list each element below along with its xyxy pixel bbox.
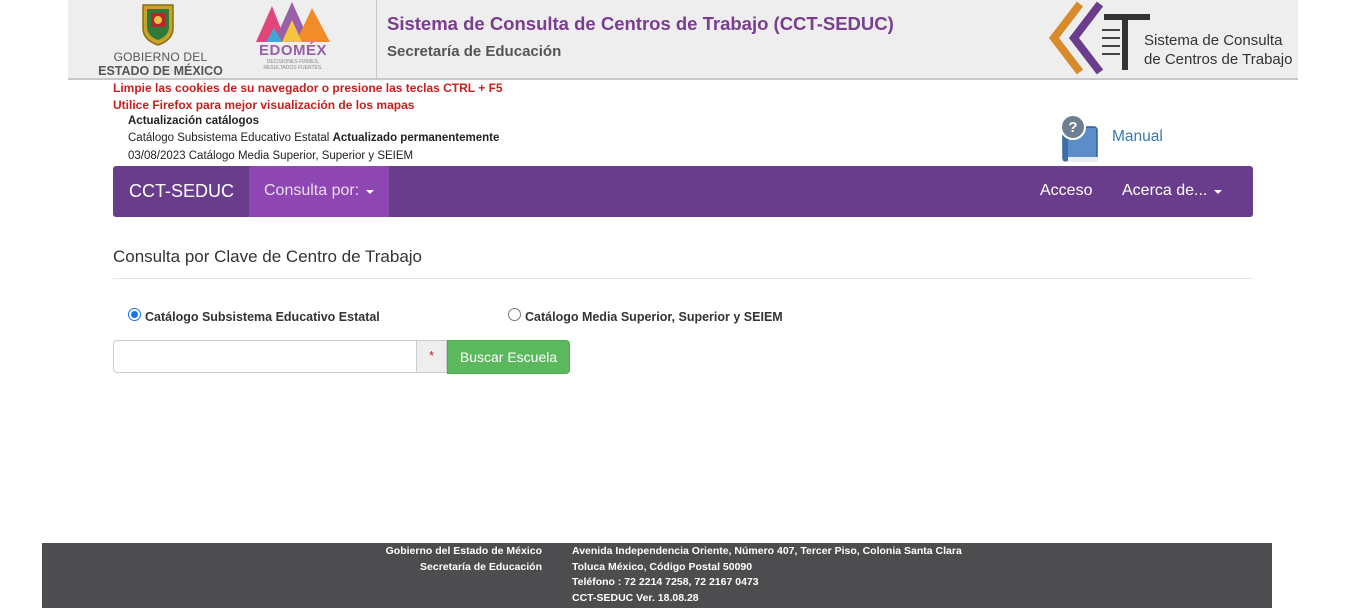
radio-catalogo-estatal[interactable] (128, 308, 141, 321)
manual-link[interactable]: Manual (1112, 128, 1163, 146)
svg-text:?: ? (1068, 119, 1077, 136)
update-line1-text: Catálogo Subsistema Educativo Estatal (128, 132, 333, 144)
required-marker: * (417, 340, 447, 373)
page-title: Sistema de Consulta de Centros de Trabaj… (387, 13, 894, 34)
section-heading: Consulta por Clave de Centro de Trabajo (113, 247, 423, 266)
buscar-escuela-button[interactable]: Buscar Escuela (447, 340, 570, 374)
cct-logo-icon (1048, 1, 1150, 75)
caret-down-icon (366, 190, 374, 194)
acceso-link[interactable]: Acceso (1040, 182, 1092, 200)
radio-catalogo-media-superior-label[interactable]: Catálogo Media Superior, Superior y SEIE… (525, 310, 783, 324)
gobierno-estado-mexico-logo: GOBIERNO DEL ESTADO DE MÉXICO (88, 2, 233, 78)
radio-catalogo-estatal-label[interactable]: Catálogo Subsistema Educativo Estatal (145, 310, 380, 324)
navbar-brand[interactable]: CCT-SEDUC (129, 181, 234, 202)
state-shield-icon (142, 4, 174, 46)
edomex-tagline: DECISIONES FIRMES, RESULTADOS FUERTES. (263, 59, 323, 71)
main-navbar: CCT-SEDUC Consulta por: Acceso Acerca de… (113, 166, 1253, 217)
edomex-logo: EDOMÉX DECISIONES FIRMES, RESULTADOS FUE… (252, 0, 334, 76)
consulta-por-dropdown[interactable]: Consulta por: (249, 166, 389, 217)
page-subtitle: Secretaría de Educación (387, 43, 562, 60)
consulta-por-label: Consulta por: (264, 182, 360, 199)
update-line-media: 03/08/2023 Catálogo Media Superior, Supe… (128, 150, 414, 162)
gobierno-line2: ESTADO DE MÉXICO (98, 64, 223, 78)
update-title: Actualización catálogos (128, 115, 260, 127)
update-line1-bold: Actualizado permanentemente (332, 132, 500, 144)
banner-divider (376, 0, 377, 78)
update-line-estatal: Catálogo Subsistema Educativo Estatal Ac… (128, 132, 499, 144)
firefox-notice: Utilice Firefox para mejor visualización… (113, 98, 415, 112)
footer-phone: Teléfono : 72 2214 7258, 72 2167 0473 (572, 576, 759, 588)
edomex-wordmark: EDOMÉX (258, 42, 327, 59)
footer-secretaria: Secretaría de Educación (420, 561, 542, 573)
page-footer: Gobierno del Estado de México Secretaría… (42, 543, 1272, 608)
caret-down-icon (1214, 190, 1222, 194)
help-book-icon[interactable]: ? (1057, 113, 1105, 165)
radio-catalogo-media-superior[interactable] (508, 308, 521, 321)
clave-cct-input[interactable] (113, 340, 417, 373)
heading-divider (113, 278, 1253, 279)
acerca-de-dropdown[interactable]: Acerca de... (1122, 182, 1207, 200)
footer-address: Avenida Independencia Oriente, Número 40… (572, 545, 962, 557)
header-banner: GOBIERNO DEL ESTADO DE MÉXICO EDOMÉX DEC… (68, 0, 1298, 80)
footer-city: Toluca México, Código Postal 50090 (572, 561, 753, 573)
cct-logo-line1: Sistema de Consulta (1144, 32, 1283, 49)
cookies-notice: Limpie las cookies de su navegador o pre… (113, 81, 503, 95)
cct-logo-line2: de Centros de Trabajo (1144, 51, 1293, 68)
footer-version: CCT-SEDUC Ver. 18.08.28 (572, 592, 699, 604)
footer-gobierno: Gobierno del Estado de México (385, 545, 542, 557)
edomex-mountains-icon (256, 2, 330, 42)
gobierno-line1: GOBIERNO DEL (113, 50, 208, 64)
